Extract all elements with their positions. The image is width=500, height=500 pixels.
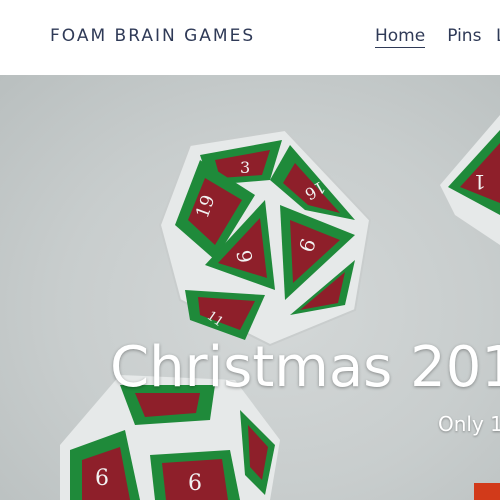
- die-number: 3: [240, 158, 250, 177]
- d20-die: 3 19 16 9 6 11: [158, 128, 372, 347]
- hero-banner: 3 19 16 9 6 11 1 6 6 Christmas 201 Only …: [0, 75, 500, 500]
- die-number: 6: [95, 466, 109, 491]
- main-nav: Home Pins: [375, 26, 481, 48]
- nav-pins[interactable]: Pins: [447, 26, 481, 48]
- nav-home[interactable]: Home: [375, 26, 426, 48]
- nav-item-partial[interactable]: L: [496, 26, 500, 46]
- dice-photo: 3 19 16 9 6 11 1 6 6: [60, 115, 500, 500]
- die-number: 1: [473, 170, 486, 194]
- site-logo[interactable]: FOAM BRAIN GAMES: [50, 26, 255, 46]
- hero-subtitle: Only 1: [438, 412, 500, 436]
- hero-title: Christmas 201: [110, 335, 500, 400]
- site-header: FOAM BRAIN GAMES Home Pins L: [0, 0, 500, 75]
- hero-cta-button[interactable]: [474, 483, 500, 500]
- d20-die-right: 1: [440, 115, 500, 245]
- die-number: 6: [188, 471, 202, 496]
